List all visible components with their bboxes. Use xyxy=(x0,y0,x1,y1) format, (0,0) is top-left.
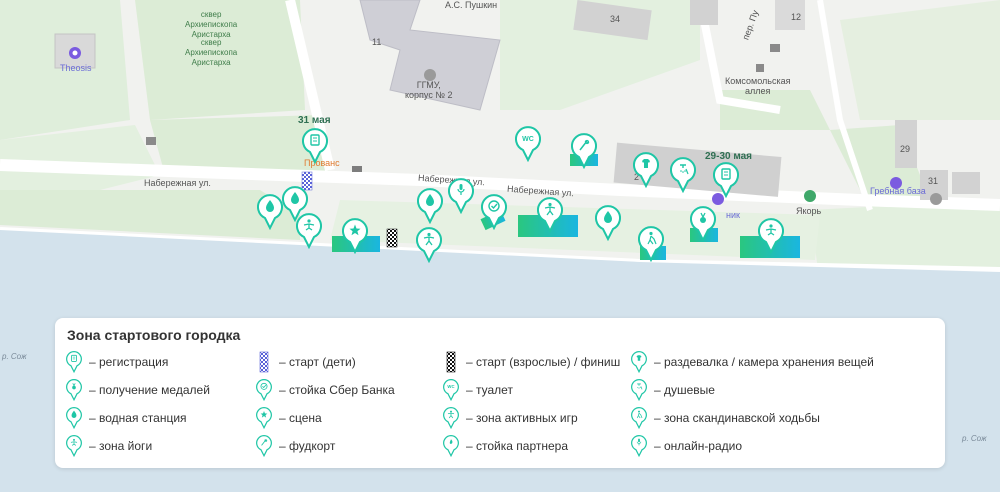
map-pin-food-court-icon[interactable] xyxy=(571,133,597,170)
food-court-icon xyxy=(255,435,273,458)
building-number: 12 xyxy=(791,12,802,22)
start-kids-icon xyxy=(255,351,273,373)
river-label: р. Сож xyxy=(962,434,987,443)
legend-item-label: – онлайн-радио xyxy=(654,439,743,453)
legend-item-label: – зона активных игр xyxy=(466,411,578,425)
monument-icon xyxy=(756,64,764,72)
nordic-walking-icon xyxy=(630,407,648,430)
start-adults-marker xyxy=(386,228,398,248)
map-pin-registration-icon[interactable] xyxy=(713,162,739,199)
map-pin-water-station-icon[interactable] xyxy=(595,205,621,242)
map-pin-online-radio-icon[interactable] xyxy=(448,178,474,215)
legend-item: – старт (дети) xyxy=(255,351,356,373)
map-pin-sber-bank-stand-icon[interactable] xyxy=(481,194,507,231)
map-pin-yoga-icon[interactable] xyxy=(296,213,322,250)
map-pin-toilet-icon[interactable]: WC xyxy=(515,126,541,163)
legend-item-label: – старт (взрослые) / финиш xyxy=(466,355,621,369)
legend-item-label: – стойка Сбер Банка xyxy=(279,383,395,397)
online-radio-icon xyxy=(630,435,648,458)
pushkin-label: А.С. Пушкин xyxy=(445,0,498,10)
map-pin-registration-icon[interactable] xyxy=(302,128,328,165)
river-label: р. Сож xyxy=(2,352,27,361)
svg-text:WC: WC xyxy=(522,136,534,143)
legend-item: – сцена xyxy=(255,407,322,430)
map-pin-water-station-icon[interactable] xyxy=(257,194,283,231)
water-station-icon xyxy=(65,407,83,430)
rowing-base-label[interactable]: Гребная база xyxy=(870,186,926,196)
legend-item: – душевые xyxy=(630,379,715,402)
legend-item-label: – раздевалка / камера хранения вещей xyxy=(654,355,874,369)
medal-icon xyxy=(65,379,83,402)
map-pin-shower-icon[interactable] xyxy=(670,157,696,194)
registration-icon xyxy=(65,351,83,374)
legend-item-label: – зона скандинавской ходьбы xyxy=(654,411,820,425)
legend-panel: Зона стартового городка – регистрация – с… xyxy=(55,318,945,468)
legend-item-label: – стойка партнера xyxy=(466,439,568,453)
map-pin-changing-room-icon[interactable] xyxy=(633,152,659,189)
building-number: 11 xyxy=(372,37,382,47)
map-pin-medal-icon[interactable] xyxy=(690,206,716,243)
stage-icon xyxy=(255,407,273,430)
map-pin-active-games-icon[interactable] xyxy=(537,197,563,234)
gsmu-label[interactable]: ГГМУ, корпус № 2 xyxy=(405,80,452,100)
legend-item-label: – получение медалей xyxy=(89,383,210,397)
square-label: сквер Архиепископа Аристарха xyxy=(185,10,238,39)
gym-label[interactable]: ник xyxy=(726,210,740,220)
crossing-icon xyxy=(352,166,362,172)
legend-item: – зона йоги xyxy=(65,435,153,458)
map-pin-stage-icon[interactable] xyxy=(342,218,368,255)
legend-item: – зона скандинавской ходьбы xyxy=(630,407,820,430)
map-pin-active-games-icon[interactable] xyxy=(416,227,442,264)
legend-item: – стойка партнера xyxy=(442,435,568,458)
legend-item: – стойка Сбер Банка xyxy=(255,379,395,402)
legend-item: – получение медалей xyxy=(65,379,210,402)
legend-item-label: – душевые xyxy=(654,383,715,397)
alley-label: Комсомольская аллея xyxy=(725,76,791,96)
svg-text:WC: WC xyxy=(447,384,454,389)
toilet-icon: WC xyxy=(442,379,460,402)
building-number: 31 xyxy=(928,176,939,186)
building-number: 29 xyxy=(900,144,911,154)
map-pin-yoga-icon[interactable] xyxy=(758,218,784,255)
legend-item: WC – туалет xyxy=(442,379,513,402)
theosis-label[interactable]: Theosis xyxy=(60,63,92,73)
legend-item: – фудкорт xyxy=(255,435,336,458)
legend-item-label: – зона йоги xyxy=(89,439,153,453)
legend-item-label: – старт (дети) xyxy=(279,355,356,369)
map-pin-nordic-walking-icon[interactable] xyxy=(638,226,664,263)
shower-icon xyxy=(630,379,648,402)
yoga-icon xyxy=(65,435,83,458)
legend-item: – онлайн-радио xyxy=(630,435,743,458)
date-label-29-30: 29-30 мая xyxy=(705,151,753,162)
legend-item: – зона активных игр xyxy=(442,407,578,430)
partner-stand-icon xyxy=(442,435,460,458)
legend-title: Зона стартового городка xyxy=(67,327,241,343)
legend-item-label: – сцена xyxy=(279,411,322,425)
map-pin-water-station-icon[interactable] xyxy=(417,188,443,225)
legend-item-label: – фудкорт xyxy=(279,439,336,453)
legend-item: – регистрация xyxy=(65,351,169,374)
legend-item: – старт (взрослые) / финиш xyxy=(442,351,621,373)
yakor-label[interactable]: Якорь xyxy=(796,206,821,216)
building-number: 34 xyxy=(610,14,621,24)
place-icon[interactable] xyxy=(930,193,942,205)
flag-icon xyxy=(146,137,156,145)
date-label-31: 31 мая xyxy=(298,115,331,126)
changing-room-icon xyxy=(630,351,648,374)
legend-item: – раздевалка / камера хранения вещей xyxy=(630,351,874,374)
flag-icon xyxy=(770,44,780,52)
active-games-icon xyxy=(442,407,460,430)
sber-bank-stand-icon xyxy=(255,379,273,402)
legend-item-label: – туалет xyxy=(466,383,513,397)
square-label: сквер Архиепископа Аристарха xyxy=(185,38,238,67)
yakor-poi-icon[interactable] xyxy=(804,190,816,202)
street-label: Набережная ул. xyxy=(144,178,211,188)
start-adults-finish-icon xyxy=(442,351,460,373)
legend-item-label: – водная станция xyxy=(89,411,187,425)
legend-item-label: – регистрация xyxy=(89,355,169,369)
legend-item: – водная станция xyxy=(65,407,187,430)
